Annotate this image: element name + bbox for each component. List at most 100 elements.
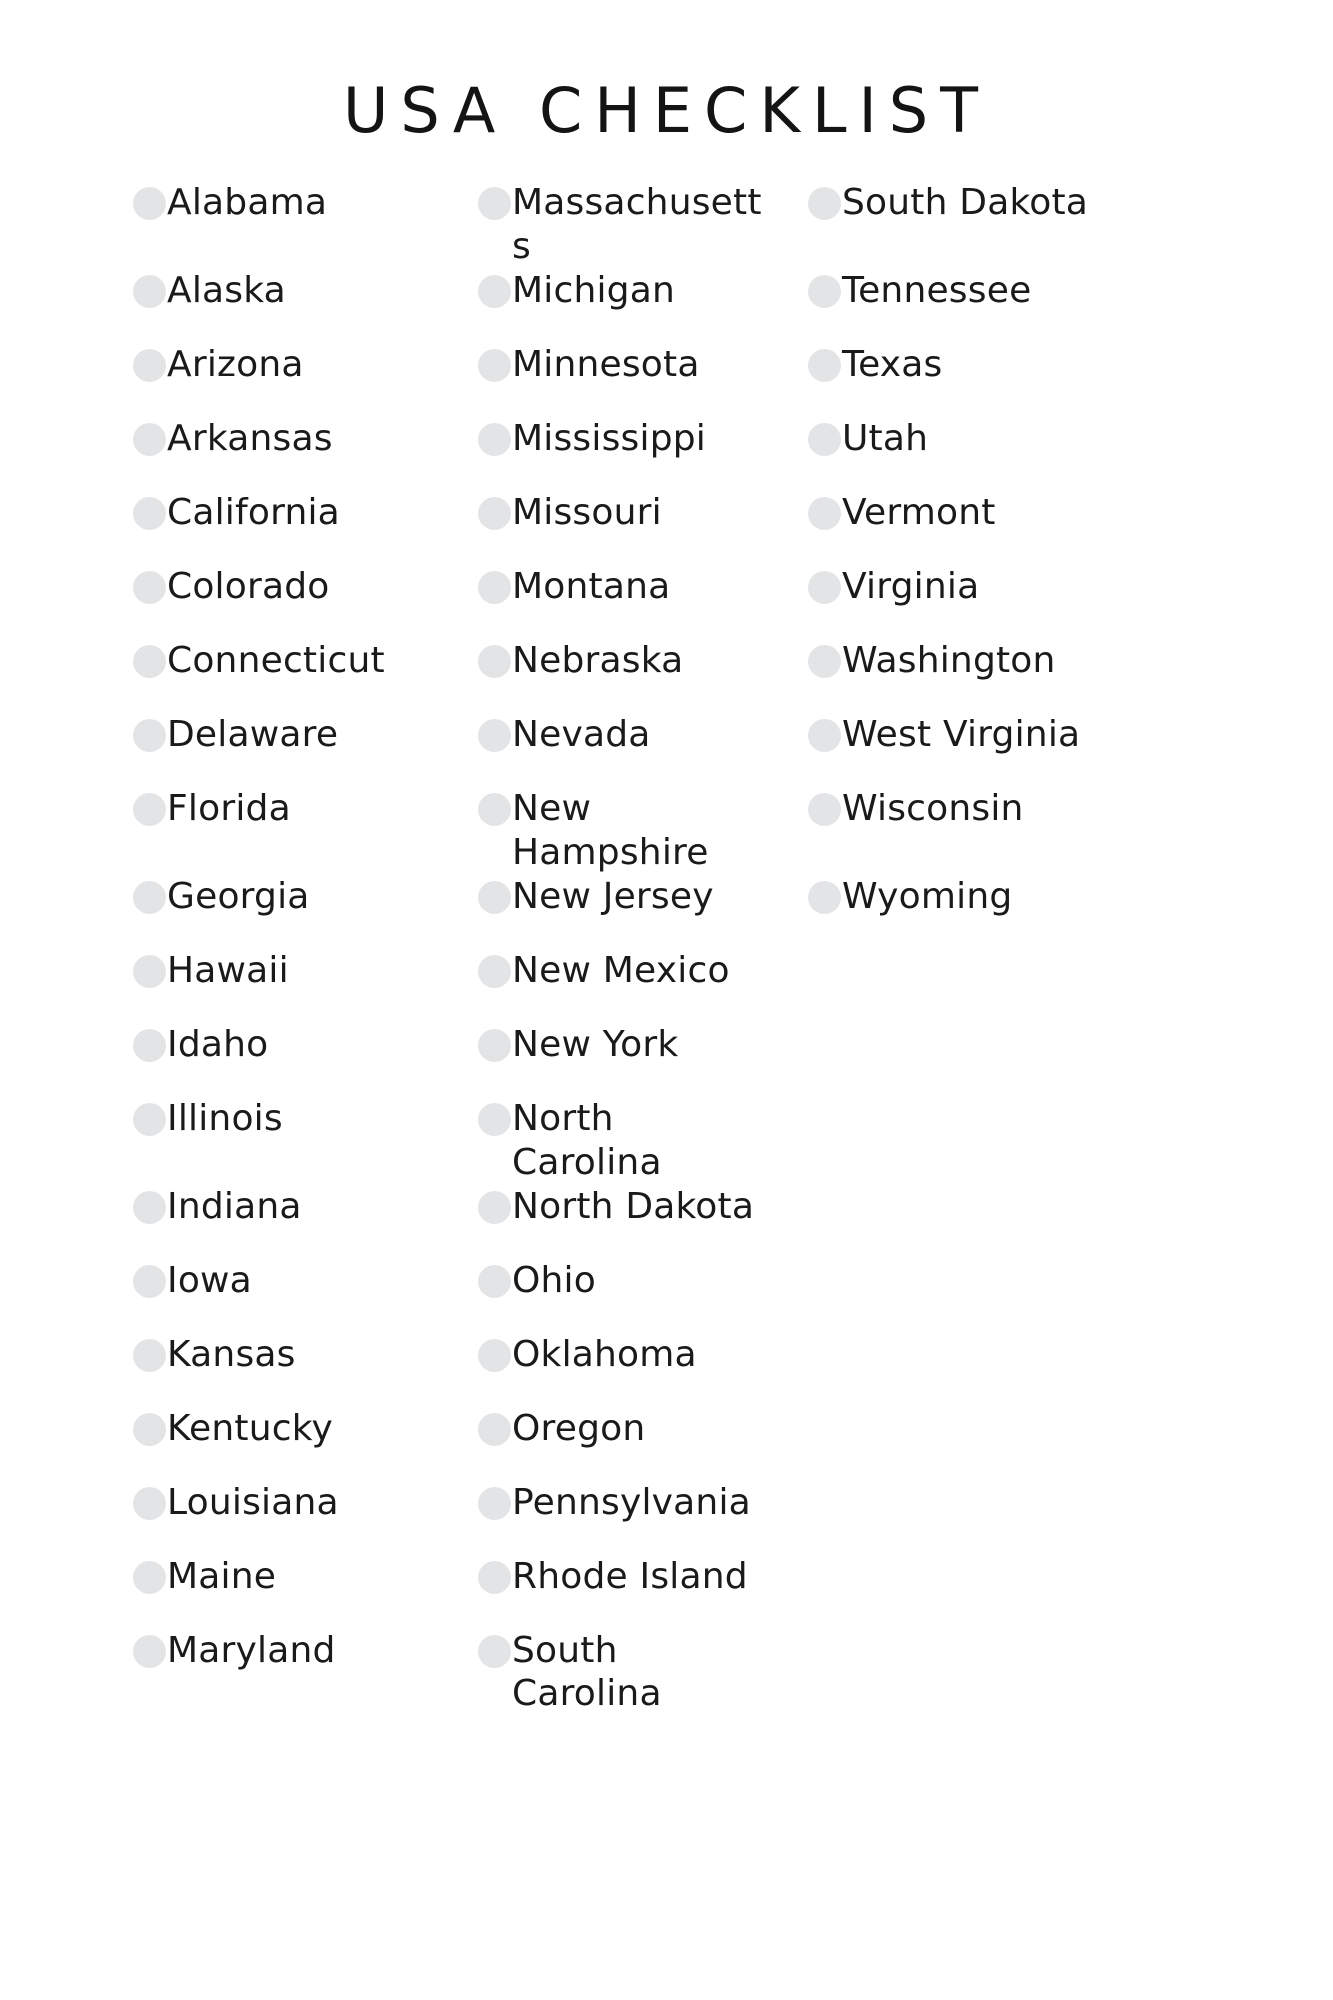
checklist-item[interactable]: Missouri	[478, 491, 808, 565]
checkbox-circle-icon[interactable]	[133, 348, 166, 382]
checklist-item[interactable]: Iowa	[133, 1259, 478, 1333]
checkbox-circle-icon[interactable]	[133, 1486, 166, 1520]
checkbox-circle-icon[interactable]	[478, 1560, 511, 1594]
checklist-item[interactable]: Kansas	[133, 1333, 478, 1407]
checklist-item[interactable]: Delaware	[133, 713, 478, 787]
checklist-item[interactable]: Vermont	[808, 491, 1138, 565]
checkbox-circle-icon[interactable]	[808, 422, 841, 456]
checkbox-circle-icon[interactable]	[478, 274, 511, 308]
checklist-item[interactable]: California	[133, 491, 478, 565]
checkbox-circle-icon[interactable]	[478, 880, 511, 914]
checkbox-circle-icon[interactable]	[478, 348, 511, 382]
checkbox-circle-icon[interactable]	[133, 422, 166, 456]
checklist-item[interactable]: Washington	[808, 639, 1138, 713]
checklist-item[interactable]: Colorado	[133, 565, 478, 639]
checkbox-circle-icon[interactable]	[133, 954, 166, 988]
checkbox-circle-icon[interactable]	[133, 1560, 166, 1594]
checklist-item[interactable]: Ohio	[478, 1259, 808, 1333]
checklist-item[interactable]: Alaska	[133, 269, 478, 343]
checklist-item[interactable]: Nebraska	[478, 639, 808, 713]
checkbox-circle-icon[interactable]	[478, 954, 511, 988]
checklist-item[interactable]: Michigan	[478, 269, 808, 343]
checkbox-circle-icon[interactable]	[808, 496, 841, 530]
checkbox-circle-icon[interactable]	[808, 718, 841, 752]
checklist-item[interactable]: Kentucky	[133, 1407, 478, 1481]
checkbox-circle-icon[interactable]	[478, 187, 511, 221]
checkbox-circle-icon[interactable]	[133, 1412, 166, 1446]
checklist-item[interactable]: New York	[478, 1023, 808, 1097]
checkbox-circle-icon[interactable]	[478, 1338, 511, 1372]
checkbox-circle-icon[interactable]	[808, 644, 841, 678]
checklist-item[interactable]: Arizona	[133, 343, 478, 417]
checkbox-circle-icon[interactable]	[478, 1028, 511, 1062]
checkbox-circle-icon[interactable]	[478, 496, 511, 530]
checkbox-circle-icon[interactable]	[808, 880, 841, 914]
checklist-item[interactable]: Hawaii	[133, 949, 478, 1023]
checklist-item[interactable]: Wyoming	[808, 875, 1138, 949]
checkbox-circle-icon[interactable]	[478, 422, 511, 456]
checklist-item[interactable]: Idaho	[133, 1023, 478, 1097]
checkbox-circle-icon[interactable]	[478, 1412, 511, 1446]
checklist-item[interactable]: Wisconsin	[808, 787, 1138, 875]
checklist-item[interactable]: New Mexico	[478, 949, 808, 1023]
checklist-item[interactable]: Indiana	[133, 1185, 478, 1259]
checklist-item[interactable]: Mississippi	[478, 417, 808, 491]
checklist-item[interactable]: Montana	[478, 565, 808, 639]
checklist-item[interactable]: Oregon	[478, 1407, 808, 1481]
checkbox-circle-icon[interactable]	[478, 1102, 511, 1136]
checkbox-circle-icon[interactable]	[808, 570, 841, 604]
checklist-item[interactable]: Tennessee	[808, 269, 1138, 343]
checklist-item[interactable]: Minnesota	[478, 343, 808, 417]
checklist-item[interactable]: Utah	[808, 417, 1138, 491]
checkbox-circle-icon[interactable]	[133, 1190, 166, 1224]
checkbox-circle-icon[interactable]	[478, 1264, 511, 1298]
checkbox-circle-icon[interactable]	[133, 644, 166, 678]
checkbox-circle-icon[interactable]	[133, 187, 166, 221]
checklist-item[interactable]: Virginia	[808, 565, 1138, 639]
checkbox-circle-icon[interactable]	[133, 1264, 166, 1298]
checkbox-circle-icon[interactable]	[478, 1634, 511, 1668]
checkbox-circle-icon[interactable]	[133, 880, 166, 914]
checklist-item[interactable]: New Hampshire	[478, 787, 808, 875]
checklist-item[interactable]: Pennsylvania	[478, 1481, 808, 1555]
checklist-item[interactable]: West Virginia	[808, 713, 1138, 787]
checkbox-circle-icon[interactable]	[808, 274, 841, 308]
checklist-item[interactable]: Texas	[808, 343, 1138, 417]
checkbox-circle-icon[interactable]	[478, 644, 511, 678]
checklist-item[interactable]: Louisiana	[133, 1481, 478, 1555]
checklist-item[interactable]: Connecticut	[133, 639, 478, 713]
checkbox-circle-icon[interactable]	[133, 1028, 166, 1062]
checkbox-circle-icon[interactable]	[478, 792, 511, 826]
checklist-item[interactable]: Rhode Island	[478, 1555, 808, 1629]
checkbox-circle-icon[interactable]	[808, 348, 841, 382]
checklist-item[interactable]: Florida	[133, 787, 478, 875]
checkbox-circle-icon[interactable]	[133, 496, 166, 530]
checkbox-circle-icon[interactable]	[133, 792, 166, 826]
checkbox-circle-icon[interactable]	[478, 1190, 511, 1224]
checkbox-circle-icon[interactable]	[133, 1634, 166, 1668]
checkbox-circle-icon[interactable]	[478, 570, 511, 604]
checklist-item[interactable]: Maryland	[133, 1629, 478, 1717]
checklist-item[interactable]: Nevada	[478, 713, 808, 787]
checklist-item[interactable]: Arkansas	[133, 417, 478, 491]
checklist-item[interactable]: South Dakota	[808, 181, 1138, 269]
checkbox-circle-icon[interactable]	[808, 792, 841, 826]
checklist-item[interactable]: Alabama	[133, 181, 478, 269]
checklist-item[interactable]: Maine	[133, 1555, 478, 1629]
checkbox-circle-icon[interactable]	[478, 1486, 511, 1520]
checklist-item[interactable]: New Jersey	[478, 875, 808, 949]
checkbox-circle-icon[interactable]	[133, 274, 166, 308]
checklist-item[interactable]: Illinois	[133, 1097, 478, 1185]
checkbox-circle-icon[interactable]	[133, 570, 166, 604]
checkbox-circle-icon[interactable]	[133, 1102, 166, 1136]
checklist-item[interactable]: North Carolina	[478, 1097, 808, 1185]
checklist-item[interactable]: Massachusetts	[478, 181, 808, 269]
checkbox-circle-icon[interactable]	[808, 187, 841, 221]
checklist-item[interactable]: South Carolina	[478, 1629, 808, 1717]
checklist-item[interactable]: North Dakota	[478, 1185, 808, 1259]
checkbox-circle-icon[interactable]	[133, 1338, 166, 1372]
checklist-item[interactable]: Georgia	[133, 875, 478, 949]
checklist-item[interactable]: Oklahoma	[478, 1333, 808, 1407]
checkbox-circle-icon[interactable]	[478, 718, 511, 752]
checkbox-circle-icon[interactable]	[133, 718, 166, 752]
